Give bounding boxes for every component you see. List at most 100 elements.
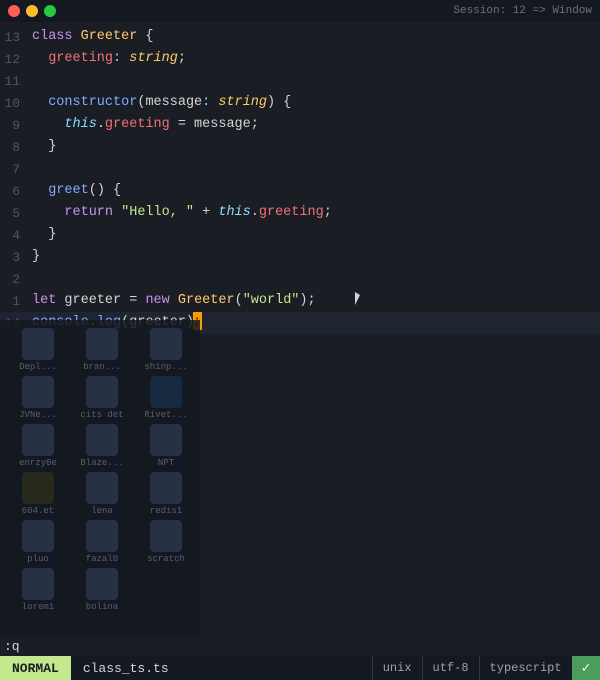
token: + — [194, 205, 218, 220]
token: : — [202, 95, 218, 110]
token: string — [218, 95, 267, 110]
code-line-5: 5 return "Hello, " + this.greeting; — [0, 202, 600, 224]
line-number: 4 — [0, 228, 32, 243]
code-line-10: 10 constructor(message: string) { — [0, 92, 600, 114]
list-item: shinp... — [136, 328, 196, 372]
filetype-info: typescript — [479, 656, 572, 680]
command-line: :q — [0, 636, 600, 656]
token: greeting — [48, 51, 113, 66]
maximize-button[interactable] — [44, 5, 56, 17]
line-content: constructor(message: string) { — [32, 92, 596, 114]
list-item: lorem1 — [8, 568, 68, 612]
line-number: 6 — [0, 184, 32, 199]
file-label: NPT — [158, 458, 174, 468]
token: { — [137, 29, 153, 44]
close-button[interactable] — [8, 5, 20, 17]
line-number: 8 — [0, 140, 32, 155]
file-icon — [22, 520, 54, 552]
file-icon — [22, 376, 54, 408]
token — [32, 51, 48, 66]
file-icon — [86, 376, 118, 408]
code-line-3: 3} — [0, 246, 600, 268]
token: greeting — [259, 205, 324, 220]
line-number: 5 — [0, 206, 32, 221]
code-line-2: 2 — [0, 268, 600, 290]
file-label: enrzy0e — [19, 458, 57, 468]
token — [113, 205, 121, 220]
minimize-button[interactable] — [26, 5, 38, 17]
token: = — [121, 293, 145, 308]
file-label: pluo — [27, 554, 49, 564]
line-content: let greeter = new Greeter("world"); — [32, 290, 596, 312]
charset-info: utf-8 — [422, 656, 479, 680]
list-item: Rivet... — [136, 376, 196, 420]
token: ( — [235, 293, 243, 308]
token: ) { — [267, 95, 291, 110]
line-number: 13 — [0, 30, 32, 45]
file-icon — [86, 472, 118, 504]
vim-mode: NORMAL — [0, 656, 71, 680]
line-number: 12 — [0, 52, 32, 67]
file-label: Depl... — [19, 362, 57, 372]
file-icon — [86, 424, 118, 456]
list-item: lena — [72, 472, 132, 516]
file-label: bolina — [86, 602, 118, 612]
token: Greeter — [81, 29, 138, 44]
titlebar: Session: 12 => Window — [0, 0, 600, 22]
line-content: } — [32, 246, 596, 268]
token: : — [113, 51, 129, 66]
file-icon — [150, 376, 182, 408]
list-item: Blaze... — [72, 424, 132, 468]
code-line-13: 13class Greeter { — [0, 26, 600, 48]
token: this — [218, 205, 250, 220]
list-item: JVNe... — [8, 376, 68, 420]
token: = — [170, 117, 194, 132]
file-icon — [22, 424, 54, 456]
file-label: Rivet... — [144, 410, 187, 420]
token: "world" — [243, 293, 300, 308]
token — [170, 293, 178, 308]
token: class — [32, 29, 81, 44]
file-icon — [86, 328, 118, 360]
code-line-9: 9 this.greeting = message; — [0, 114, 600, 136]
file-icon — [22, 568, 54, 600]
code-line-11: 11 — [0, 70, 600, 92]
token: let — [32, 293, 56, 308]
token: } — [32, 227, 56, 242]
file-icon — [150, 424, 182, 456]
file-icon — [22, 472, 54, 504]
token: this — [64, 117, 96, 132]
line-content: class Greeter { — [32, 26, 596, 48]
token: greeting — [105, 117, 170, 132]
code-line-8: 8 } — [0, 136, 600, 158]
token: ); — [299, 293, 315, 308]
token: greet — [48, 183, 89, 198]
file-icon — [86, 520, 118, 552]
status-filename: class_ts.ts — [71, 661, 372, 676]
line-content: greeting: string; — [32, 48, 596, 70]
token: return — [64, 205, 113, 220]
list-item: Depl... — [8, 328, 68, 372]
list-item: NPT — [136, 424, 196, 468]
file-label: scratch — [147, 554, 185, 564]
line-content: return "Hello, " + this.greeting; — [32, 202, 596, 224]
token: } — [32, 249, 40, 264]
file-label: lorem1 — [22, 602, 54, 612]
code-editor[interactable]: 13class Greeter {12 greeting: string;111… — [0, 22, 600, 338]
list-item: redis1 — [136, 472, 196, 516]
token: constructor — [48, 95, 137, 110]
line-number: 1 — [0, 294, 32, 309]
line-number: 7 — [0, 162, 32, 177]
token — [32, 205, 64, 220]
line-number: 9 — [0, 118, 32, 133]
token — [32, 183, 48, 198]
file-label: fazal0 — [86, 554, 118, 564]
file-icon — [150, 472, 182, 504]
file-icon — [86, 568, 118, 600]
file-explorer-overlay: Depl...bran...shinp...JVNe...cits detRiv… — [0, 320, 200, 660]
file-label: shinp... — [144, 362, 187, 372]
session-info: Session: 12 => Window — [453, 5, 592, 17]
code-line-6: 6 greet() { — [0, 180, 600, 202]
token: ; — [251, 117, 259, 132]
check-icon: ✓ — [572, 656, 600, 680]
